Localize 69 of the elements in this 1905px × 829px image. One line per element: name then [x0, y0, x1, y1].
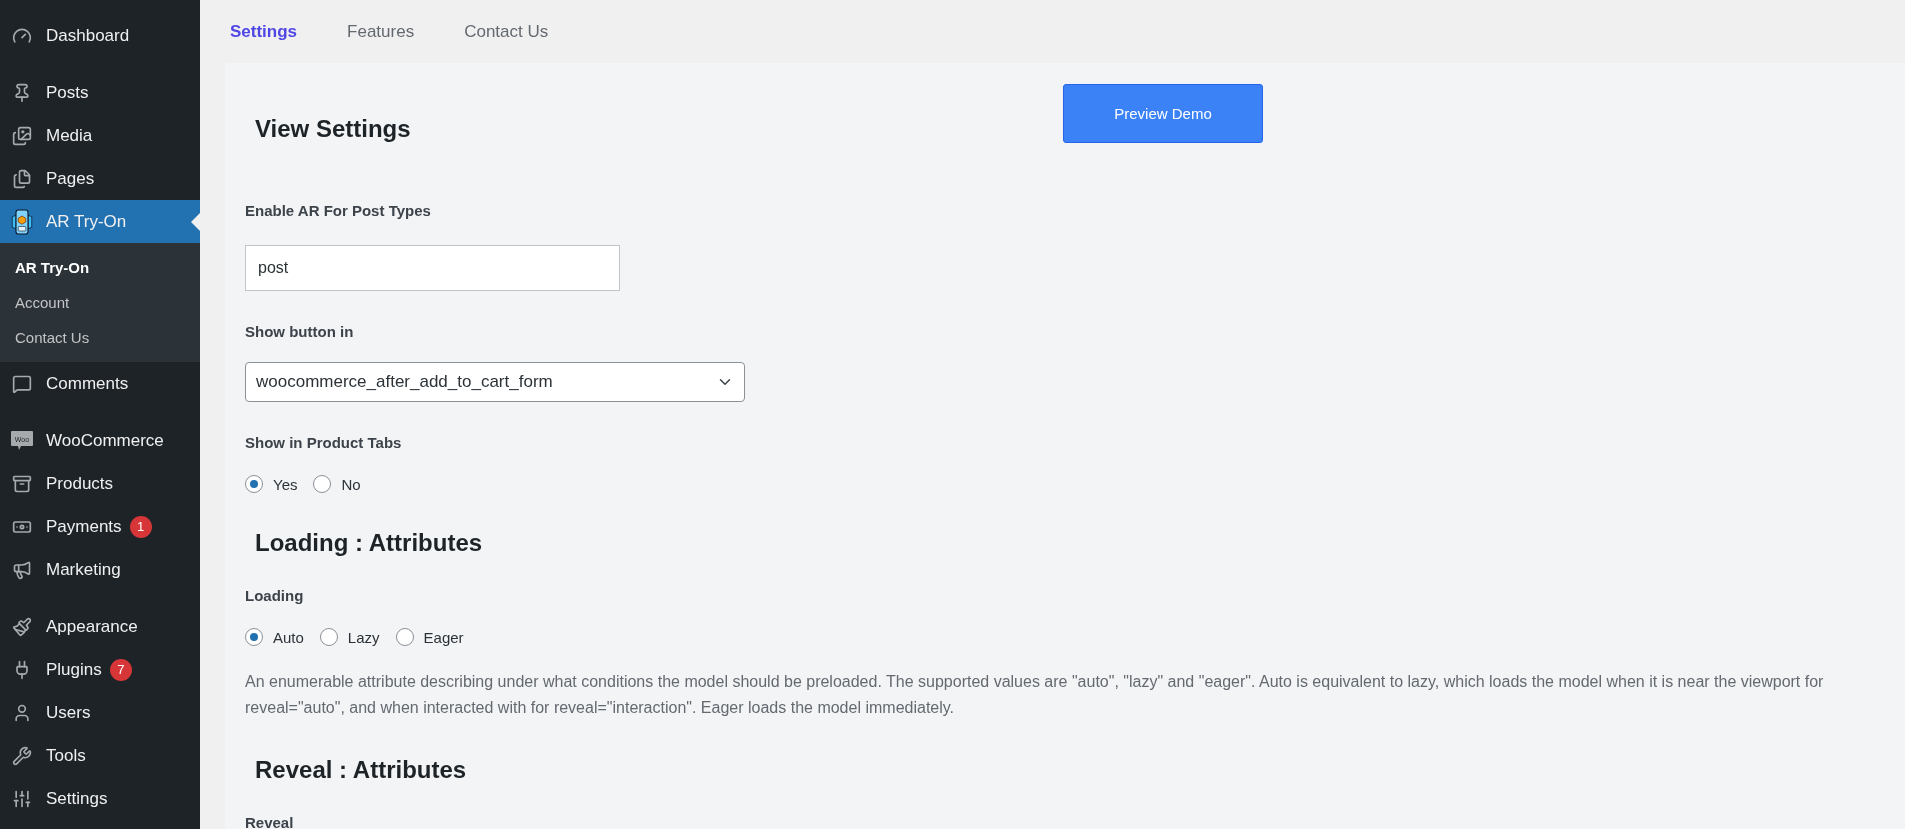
field-description: An enumerable attribute describing under what conditions the model should be preloaded. The supported values are "auto", "lazy" and "eager". Auto is equivalent to lazy, which loads the model when it is near the viewport for reveal="auto", and when interacted with for reveal="interaction". Eager loads the model immediately. [245, 672, 1825, 718]
menu-item[interactable]: Dashboard [0, 14, 200, 57]
settings-icon [12, 788, 32, 809]
radio-button[interactable] [319, 628, 338, 646]
section-heading: View Settings [255, 114, 411, 144]
menu-item[interactable]: Marketing [0, 548, 200, 591]
radio-button[interactable] [313, 475, 332, 493]
tab[interactable]: Contact Us [464, 21, 549, 42]
section-heading: Loading : Attributes [255, 528, 484, 558]
field-label: Show button in [245, 322, 355, 342]
user-icon [12, 702, 32, 723]
menu-item[interactable]: Pages [0, 157, 200, 200]
section-heading: Reveal : Attributes [255, 755, 468, 785]
megaphone-icon [12, 559, 32, 580]
media-icon [12, 125, 32, 146]
radio-label: Lazy [347, 628, 380, 646]
menu-item[interactable]: Products [0, 462, 200, 505]
submenu-item[interactable]: Contact Us [0, 320, 200, 355]
count-badge: 1 [129, 515, 152, 538]
pin-icon [12, 82, 32, 103]
menu-item[interactable]: AR Try-On [0, 200, 200, 243]
menu-label: Users [46, 702, 91, 723]
paintbrush-icon [12, 616, 32, 637]
comment-icon [12, 373, 32, 394]
menu-label: AR Try-On [46, 211, 127, 232]
menu-item[interactable]: Settings [0, 777, 200, 820]
pages-icon [12, 168, 32, 189]
tab[interactable]: Settings [230, 21, 298, 42]
menu-label: Dashboard [46, 25, 130, 46]
menu-label: WooCommerce [46, 430, 164, 451]
submenu-item[interactable]: Account [0, 285, 200, 320]
menu-label: Products [46, 473, 114, 494]
dropdown[interactable]: woocommerce_after_add_to_cart_form [245, 362, 745, 402]
menu-label: Posts [46, 82, 89, 103]
menu-item[interactable]: Plugins 7 [0, 648, 200, 691]
radio-button[interactable] [245, 628, 263, 646]
wrench-icon [12, 745, 32, 766]
radio-label: Auto [273, 628, 304, 646]
radio-label: No [341, 475, 361, 493]
menu-item[interactable]: Tools [0, 734, 200, 777]
text-field[interactable]: post [245, 245, 620, 291]
box-icon [12, 473, 32, 494]
submenu-item[interactable]: AR Try-On [0, 250, 200, 285]
radio-label: Yes [273, 475, 298, 493]
radio-label: Eager [423, 628, 464, 646]
radio-button[interactable] [395, 628, 414, 646]
field-label: Loading [245, 586, 305, 606]
field-label: Enable AR For Post Types [245, 201, 432, 221]
menu-label: Marketing [46, 559, 121, 580]
menu-label: Media [46, 125, 93, 146]
menu-item[interactable]: Payments 1 [0, 505, 200, 548]
preview-demo-button[interactable]: Preview Demo [1063, 84, 1263, 143]
menu-item[interactable]: Media [0, 114, 200, 157]
menu-label: Pages [46, 168, 95, 189]
menu-label: Tools [46, 745, 86, 766]
field-label: Show in Product Tabs [245, 433, 403, 453]
menu-label: Plugins [46, 659, 102, 680]
count-badge: 7 [109, 658, 132, 681]
menu-label: Comments [46, 373, 129, 394]
menu-label: Payments [46, 516, 122, 537]
menu-label: Appearance [46, 616, 138, 637]
field-label: Reveal [245, 813, 295, 829]
menu-item[interactable]: Appearance [0, 605, 200, 648]
radio-button[interactable] [245, 475, 263, 493]
menu-label: Settings [46, 788, 108, 809]
menu-item[interactable]: Comments [0, 362, 200, 405]
tab[interactable]: Features [347, 21, 415, 42]
menu-item[interactable]: Posts [0, 71, 200, 114]
menu-item[interactable]: Users [0, 691, 200, 734]
